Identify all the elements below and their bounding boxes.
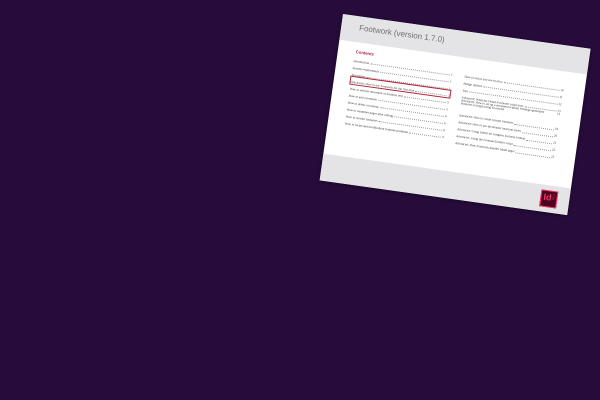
toc-page-number: 10: [560, 87, 564, 93]
toc-page-number: 5: [446, 100, 450, 105]
toc-leader-dots: [515, 152, 550, 159]
toc-leader-dots: [409, 132, 442, 139]
toc-page-number: 9: [442, 134, 445, 140]
toc-page-number: 22: [551, 147, 556, 153]
toc-page-number: 11: [559, 94, 563, 100]
toc-page-number: 6: [443, 120, 447, 126]
toc-page-number: 22: [550, 154, 555, 160]
toc-page-number: 12: [558, 101, 562, 107]
toc-page-number: 20: [553, 133, 558, 139]
document-preview: Footwork (version 1.7.0) Contents Introd…: [319, 14, 591, 216]
toc-page-number: 2: [447, 93, 450, 98]
toc-page-number: 15: [556, 111, 561, 117]
toc-column-left: Introduction 1 System requirements 1 Install…: [345, 56, 454, 139]
toc-page-number: 5: [445, 107, 449, 112]
toc-page-number: 1: [449, 79, 452, 84]
toc-page-number: 1: [448, 86, 451, 91]
document-footer-band: Id CS6: [319, 153, 571, 216]
toc-leader-dots: [549, 114, 556, 115]
toc-entry-title: Tips: [462, 89, 469, 93]
indesign-app-icon: Id CS6: [539, 189, 559, 209]
toc-column-right: How to resize and use fn-docs 10 Bridge op…: [455, 72, 564, 160]
document-title: Footwork (version 1.7.0): [358, 23, 446, 45]
toc-page-number: 6: [444, 114, 448, 119]
logo-badge: CS6: [551, 193, 556, 201]
toc-page-number: 1: [450, 72, 453, 77]
contents-heading: Contents: [355, 49, 375, 57]
toc-page-number: 18: [554, 126, 559, 132]
toc-page-number: 8: [442, 127, 446, 133]
toc-page-number: 21: [552, 140, 557, 146]
